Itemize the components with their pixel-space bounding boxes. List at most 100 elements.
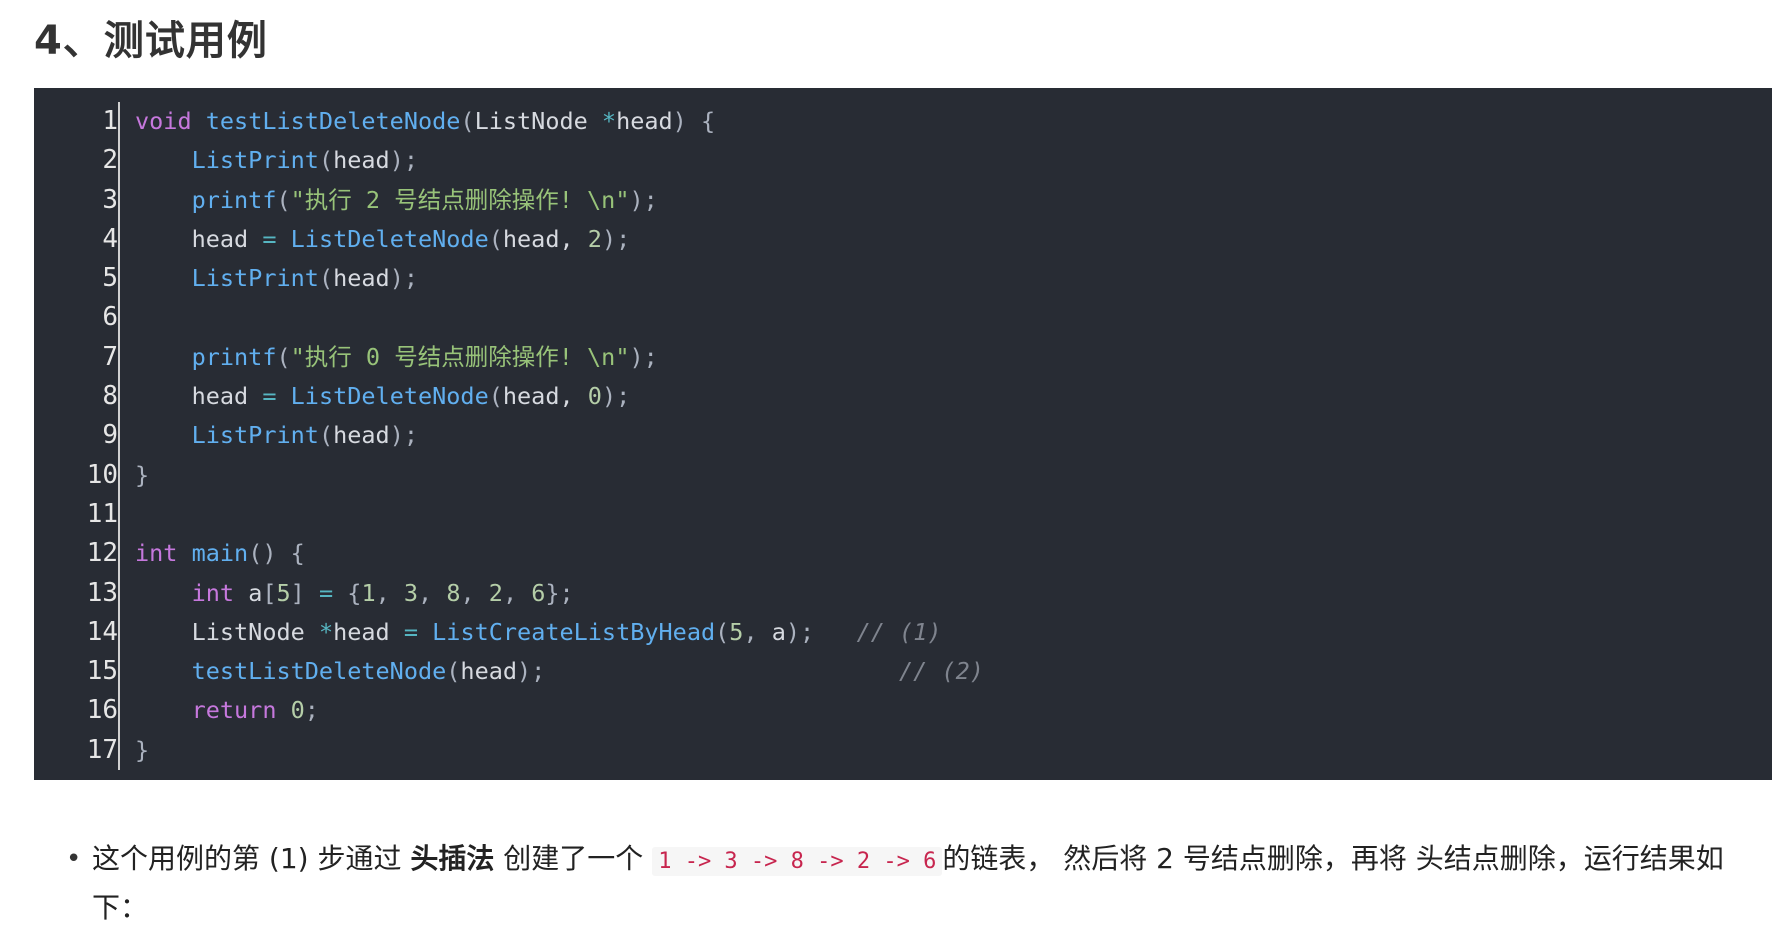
code-token: );: [629, 342, 658, 371]
code-token: head: [333, 146, 390, 175]
code-token: (: [318, 421, 334, 450]
code-token: (: [488, 224, 503, 253]
code-token: 6: [531, 578, 546, 607]
code-token: int: [191, 578, 235, 607]
section-heading: 4、测试用例: [34, 18, 268, 64]
line-number: 11: [86, 498, 118, 529]
description-paragraph: • 这个用例的第 (1) 步通过 头插法 创建了一个 1 -> 3 -> 8 -…: [66, 836, 1766, 931]
code-line: testListDeleteNode(head); // (2): [135, 652, 1772, 691]
line-number: 15: [86, 656, 118, 687]
code-token: 2: [488, 578, 503, 607]
code-token: );: [629, 185, 658, 214]
code-token: a: [234, 578, 263, 607]
code-line: ListPrint(head);: [135, 416, 1772, 455]
code-token: *: [601, 107, 617, 135]
code-token: ListCreateListByHead: [432, 617, 716, 646]
code-token: (: [276, 185, 291, 214]
code-token: head: [333, 617, 404, 646]
code-token: =: [318, 578, 334, 607]
code-token: );: [601, 382, 631, 411]
code-token: ListNode: [474, 107, 602, 135]
code-token: "执行 2 号结点删除操作! \n": [290, 185, 630, 214]
line-number: 7: [102, 341, 118, 372]
code-token: ,: [502, 578, 532, 607]
code-line: printf("执行 0 号结点删除操作! \n");: [135, 338, 1772, 377]
code-token: 0: [587, 382, 602, 411]
code-token: ListPrint: [191, 421, 319, 450]
code-token: );: [517, 657, 546, 686]
code-token: head,: [502, 224, 588, 253]
code-token: testListDeleteNode: [191, 657, 447, 686]
code-line: }: [135, 456, 1772, 495]
code-token: );: [601, 224, 631, 253]
line-number: 5: [102, 263, 118, 294]
code-token: =: [262, 224, 277, 253]
code-line: int main() {: [135, 534, 1772, 573]
code-block: 1 2 3 4 5 6 7 8 9 10 11 12 13 14 15 16 17 void testListD…: [34, 88, 1772, 780]
code-token: ) {: [672, 107, 716, 135]
paragraph-text: 这个用例的第 (1) 步通过 头插法 创建了一个 1 -> 3 -> 8 -> …: [92, 836, 1766, 931]
code-token: );: [389, 264, 418, 293]
code-line: int a[5] = {1, 3, 8, 2, 6};: [135, 574, 1772, 613]
line-number: 14: [86, 616, 118, 647]
code-token: "执行 0 号结点删除操作! \n": [290, 342, 630, 371]
paragraph-text-mid: 创建了一个: [494, 842, 653, 875]
code-token: (: [318, 146, 334, 175]
code-line: }: [135, 731, 1772, 770]
code-token: (: [446, 657, 461, 686]
gutter-divider: [118, 102, 120, 770]
code-token: printf: [191, 185, 277, 214]
line-number: 10: [86, 459, 118, 490]
code-token: ,: [375, 578, 404, 607]
code-token: return: [191, 696, 277, 725]
line-number: 16: [86, 695, 118, 726]
code-token: (: [460, 107, 475, 135]
bullet-marker: •: [66, 844, 82, 874]
code-token: );: [389, 146, 418, 175]
code-token: (: [318, 264, 334, 293]
code-line: ListPrint(head);: [135, 259, 1772, 298]
code-token: (: [715, 617, 730, 646]
code-token: 3: [403, 578, 419, 607]
code-token: // (1): [856, 617, 942, 646]
code-line: ListNode *head = ListCreateListByHead(5,…: [135, 613, 1772, 652]
line-number: 9: [102, 420, 118, 451]
line-number: 17: [86, 734, 118, 765]
code-token: ListNode: [135, 617, 319, 646]
code-token: 5: [276, 578, 291, 607]
code-token: ListDeleteNode: [290, 382, 489, 411]
paragraph-text-before: 这个用例的第 (1) 步通过: [92, 842, 411, 875]
code-line: ListPrint(head);: [135, 141, 1772, 180]
code-token: int: [135, 539, 178, 568]
code-token: ]: [290, 578, 305, 607]
line-number: 2: [102, 145, 118, 176]
code-token: head: [460, 657, 518, 686]
code-token: head: [135, 382, 263, 411]
code-token: }: [135, 735, 150, 764]
code-token: ;: [304, 696, 319, 725]
code-token: (: [276, 342, 291, 371]
code-token: head: [333, 421, 390, 450]
code-token: a: [771, 617, 786, 646]
code-token: head: [135, 224, 263, 253]
code-token: );: [389, 421, 418, 450]
code-token: () {: [248, 539, 305, 568]
code-token: ,: [743, 617, 772, 646]
code-line: head = ListDeleteNode(head, 2);: [135, 220, 1772, 259]
line-number: 8: [102, 381, 118, 412]
code-line: printf("执行 2 号结点删除操作! \n");: [135, 181, 1772, 220]
code-line: return 0;: [135, 691, 1772, 730]
